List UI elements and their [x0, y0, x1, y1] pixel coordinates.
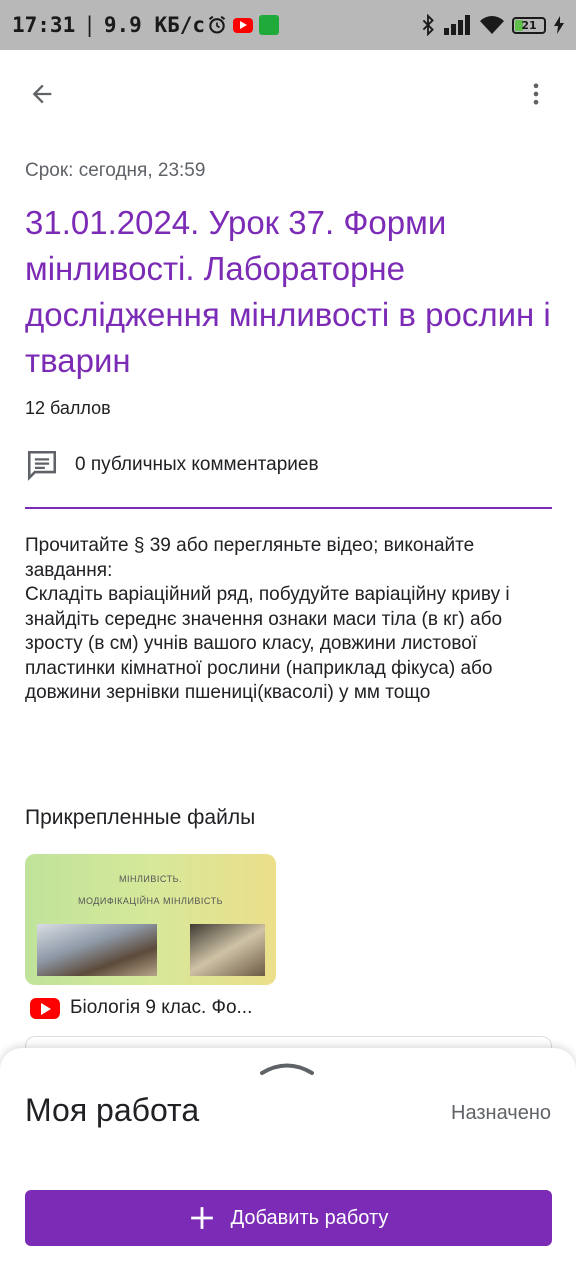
add-work-button[interactable]: Добавить работу — [25, 1190, 552, 1246]
assignment-title: 31.01.2024. Урок 37. Форми мінливості. Л… — [25, 204, 551, 379]
work-status: Назначено — [451, 1102, 551, 1124]
more-vert-icon — [533, 83, 539, 105]
status-bar: 17:31 | 9.9 КБ/с 21 — [0, 0, 576, 50]
class-comments-link[interactable]: 0 публичных комментариев — [25, 448, 319, 482]
back-button[interactable] — [22, 74, 62, 114]
signal-icon — [444, 15, 470, 35]
plus-icon — [190, 1207, 213, 1229]
youtube-icon — [30, 997, 60, 1019]
my-work-sheet: Моя работа Назначено Добавить работу — [0, 1048, 576, 1280]
attached-files-title: Прикрепленные файлы — [25, 806, 256, 829]
app-bar — [0, 50, 576, 136]
attachment-label[interactable]: Біологія 9 клас. Фо... — [30, 997, 252, 1019]
my-work-title: Моя работа — [25, 1092, 200, 1128]
comments-label: 0 публичных комментариев — [75, 454, 319, 475]
status-left: 17:31 | 9.9 КБ/с — [12, 13, 205, 37]
due-date: Срок: сегодня, 23:59 — [25, 160, 206, 181]
alarm-icon — [208, 15, 226, 34]
assignment-points: 12 баллов — [25, 398, 111, 418]
status-separator: | — [83, 13, 96, 37]
status-time: 17:31 — [12, 13, 76, 37]
wifi-icon — [480, 16, 504, 34]
add-work-label: Добавить работу — [230, 1206, 389, 1229]
arrow-back-icon — [32, 84, 52, 104]
comment-icon — [27, 450, 57, 481]
assignment-description: Прочитайте § 39 або перегляньте відео; в… — [25, 535, 510, 703]
status-system-icons: 21 — [420, 14, 564, 36]
charging-icon — [554, 16, 564, 34]
thumbnail-text-line1: МІНЛИВІСТЬ. — [119, 874, 182, 884]
thumbnail-photo-bears — [190, 924, 265, 976]
expand-handle-icon[interactable] — [258, 1060, 316, 1076]
thumbnail-text-line2: МОДИФІКАЦІЙНА МІНЛИВІСТЬ — [77, 896, 224, 906]
attachment-title: Біологія 9 клас. Фо... — [70, 997, 253, 1018]
thumbnail-photo-hares — [37, 924, 157, 976]
youtube-icon — [233, 17, 254, 33]
battery-icon: 21 — [512, 16, 546, 34]
attachment-thumbnail[interactable]: МІНЛИВІСТЬ. МОДИФІКАЦІЙНА МІНЛИВІСТЬ — [25, 854, 276, 985]
section-divider — [25, 507, 552, 509]
fitness-icon — [259, 15, 280, 35]
status-notification-icons — [207, 15, 280, 35]
bluetooth-icon — [422, 14, 434, 36]
more-options-button[interactable] — [516, 74, 556, 114]
battery-level: 21 — [521, 18, 537, 32]
status-speed: 9.9 КБ/с — [103, 13, 206, 37]
